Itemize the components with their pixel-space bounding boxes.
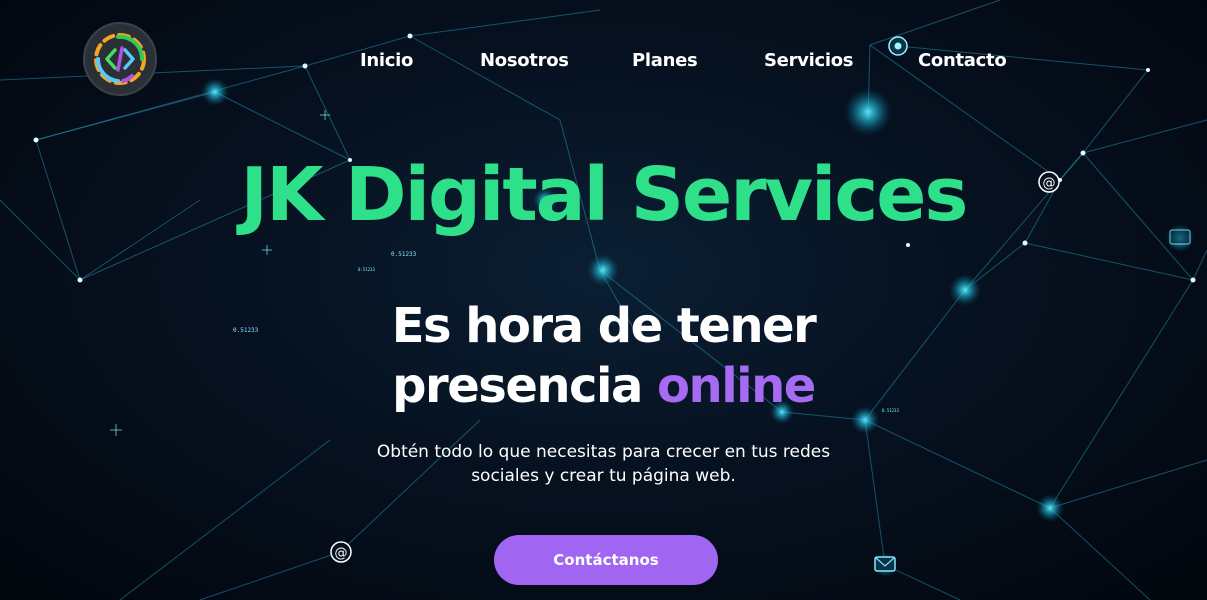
envelope-icon — [874, 556, 896, 572]
bg-number-1: 0.51233 — [391, 251, 417, 258]
hero-subtitle: Obtén todo lo que necesitas para crecer … — [376, 442, 831, 486]
contact-button[interactable]: Contáctanos — [494, 535, 718, 585]
at-sign-icon: @ — [330, 541, 352, 563]
bg-number-3: 0.51233 — [358, 267, 375, 272]
headline-accent: online — [657, 358, 816, 414]
brand-title: JK Digital Services — [240, 152, 969, 238]
hero-headline: Es hora de tener presencia online — [0, 296, 1207, 416]
nav-link-inicio[interactable]: Inicio — [360, 50, 413, 71]
headline-line-1: Es hora de tener — [391, 298, 817, 354]
svg-text:@: @ — [335, 546, 348, 561]
main-nav: Inicio Nosotros Planes Servicios Contact… — [0, 50, 1207, 76]
nav-link-contacto[interactable]: Contacto — [918, 50, 1007, 71]
headline-line-2-prefix: presencia — [392, 358, 658, 414]
nav-link-servicios[interactable]: Servicios — [764, 50, 853, 71]
nav-link-planes[interactable]: Planes — [632, 50, 698, 71]
nav-link-nosotros[interactable]: Nosotros — [480, 50, 569, 71]
